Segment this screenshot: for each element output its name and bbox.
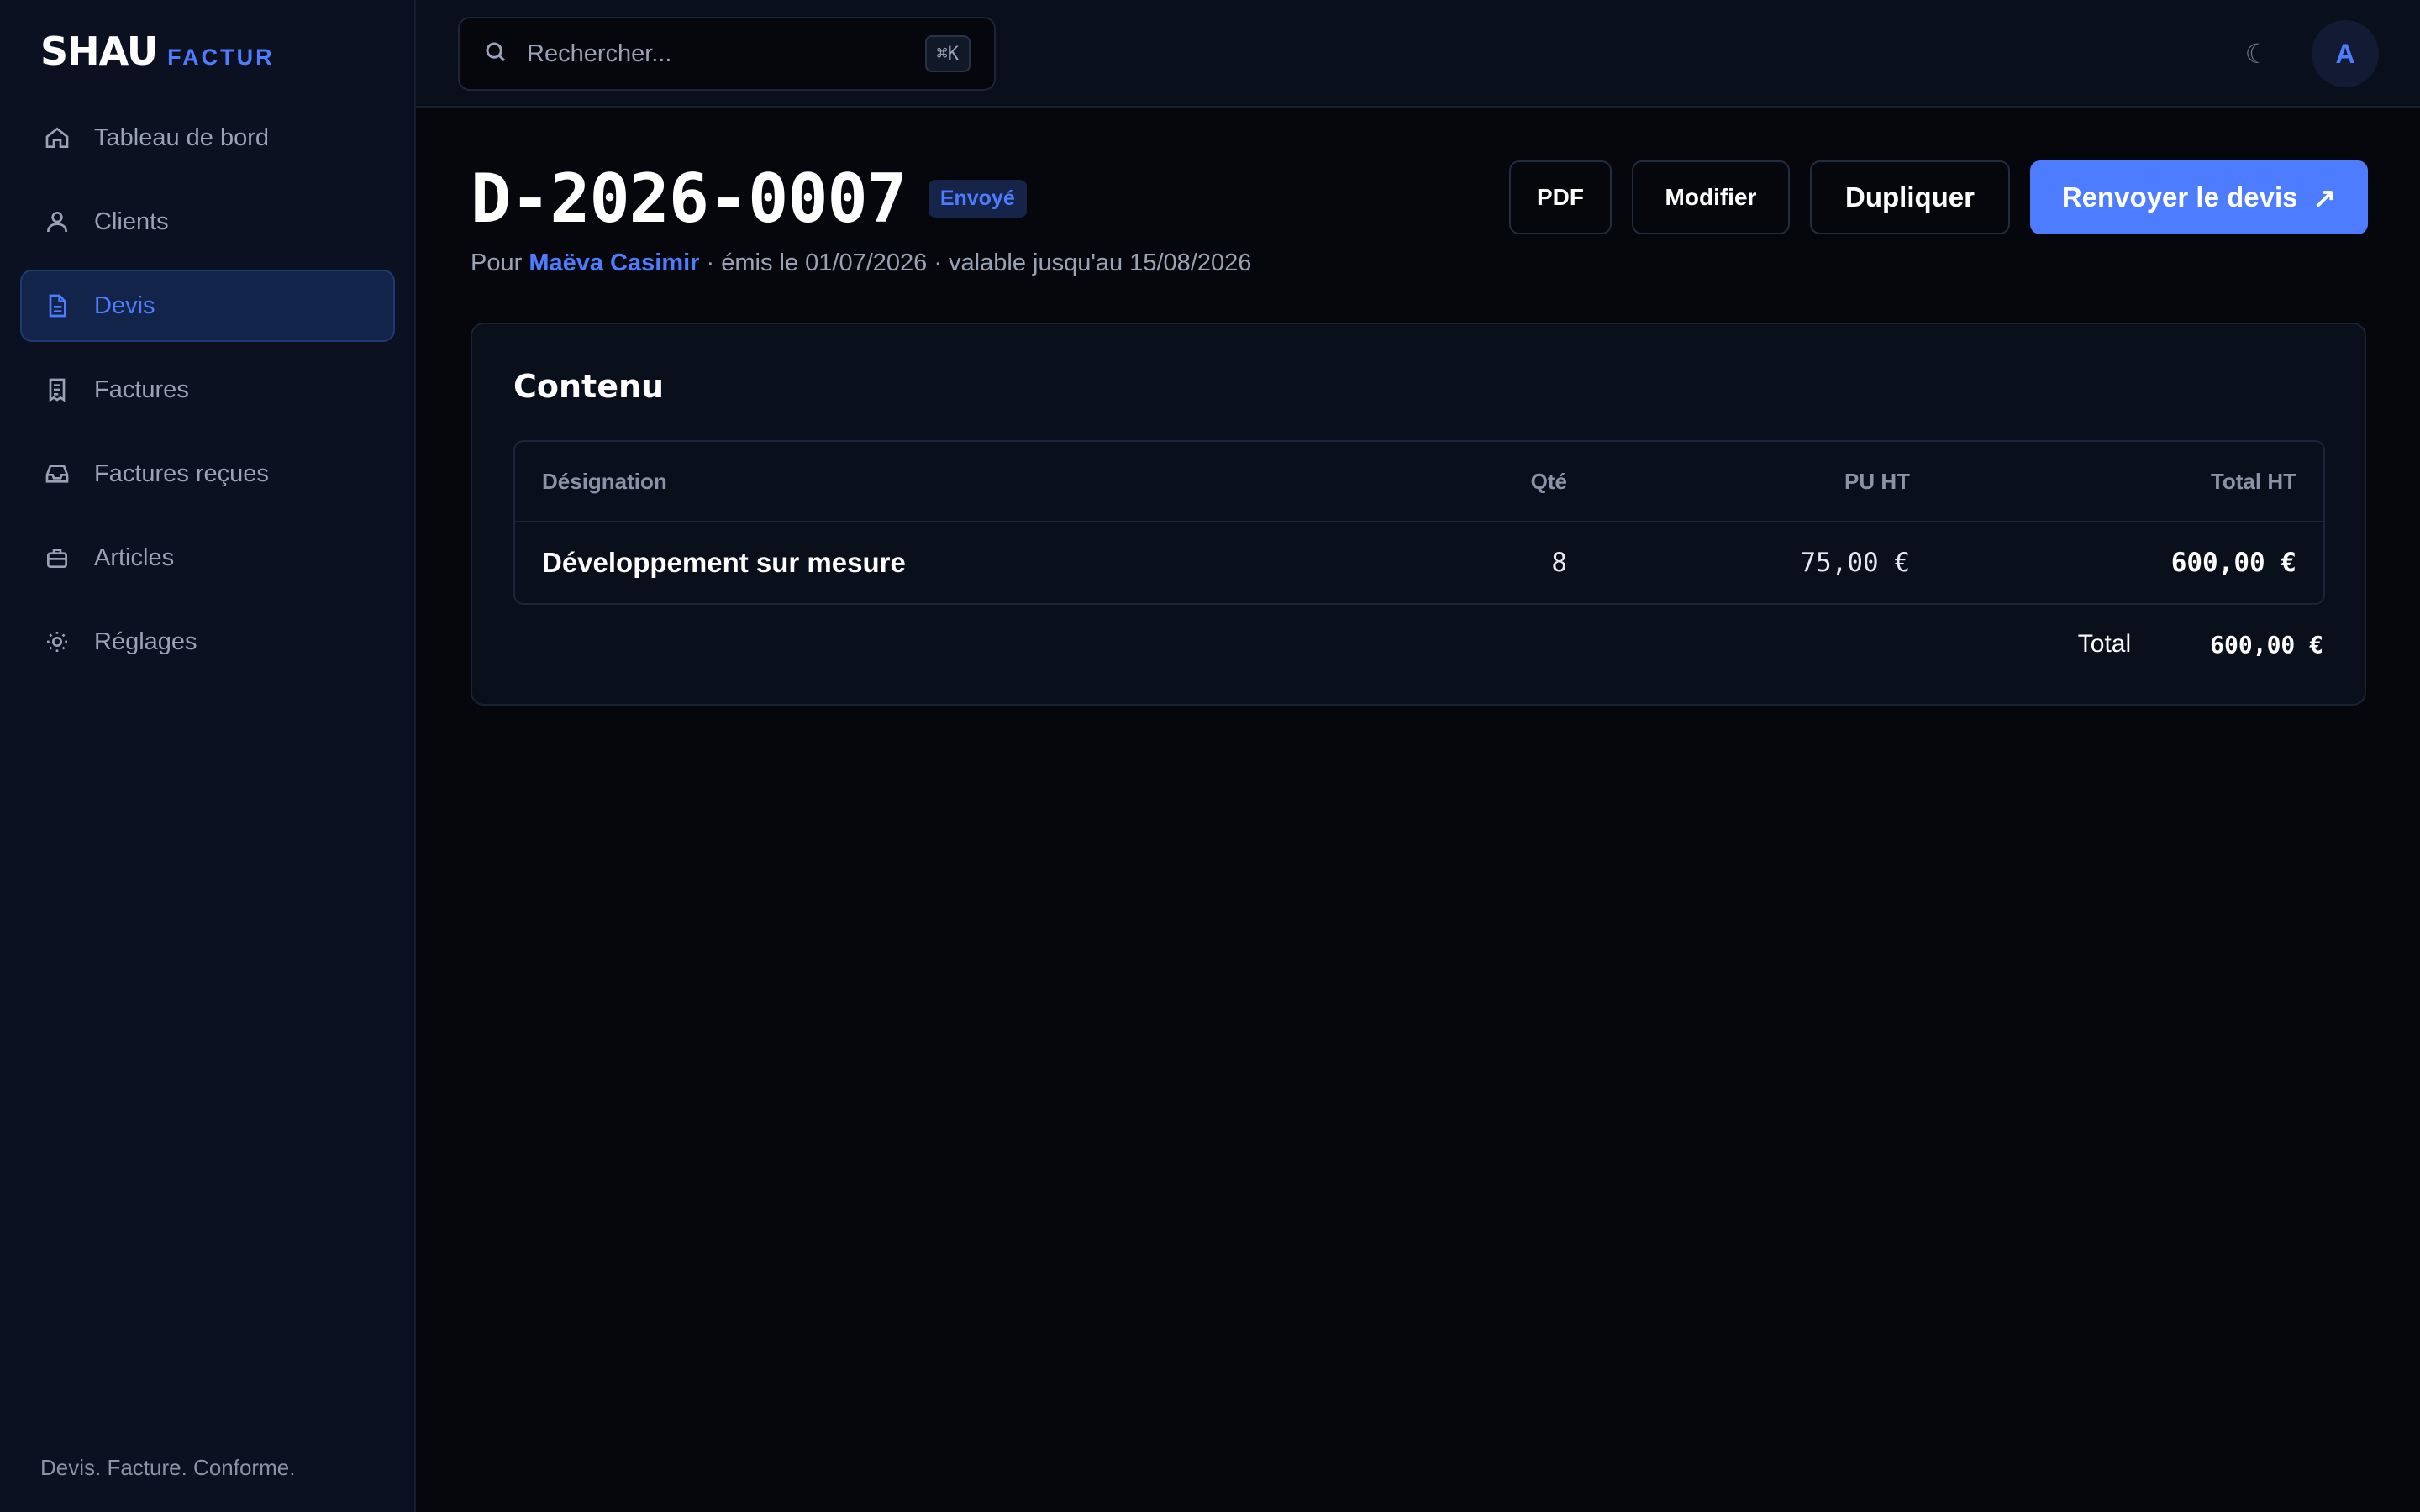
document-icon: [42, 291, 72, 321]
app-root: SHAU FACTUR Tableau de bord Clients Devi…: [0, 0, 2420, 1512]
home-icon: [42, 123, 72, 153]
action-toolbar: PDF Modifier Dupliquer Renvoyer le devis…: [1509, 160, 2368, 234]
sidebar-tagline: Devis. Facture. Conforme.: [40, 1455, 296, 1480]
subtitle-dates: · émis le 01/07/2026 · valable jusqu'au …: [699, 249, 1252, 276]
sidebar-item-tableau-de-bord[interactable]: Tableau de bord: [20, 102, 395, 174]
sidebar-item-reglages[interactable]: Réglages: [20, 606, 395, 678]
page-title: D-2026-0007: [471, 160, 908, 238]
cell-unit-price: 75,00 €: [1800, 548, 1910, 578]
table-row: Développement sur mesure 8 75,00 € 600,0…: [515, 522, 2323, 603]
logo-subtitle: FACTUR: [167, 45, 275, 70]
total-label: Total: [2077, 630, 2132, 658]
sidebar-item-label: Articles: [94, 543, 175, 571]
sidebar-item-articles[interactable]: Articles: [20, 522, 395, 594]
sidebar-item-label: Clients: [94, 207, 169, 235]
inbox-icon: [42, 459, 72, 489]
user-icon: [42, 207, 72, 237]
column-header-total: Total HT: [2210, 468, 2296, 494]
column-header-designation: Désignation: [542, 468, 667, 494]
cell-designation: Développement sur mesure: [542, 547, 906, 578]
pdf-button[interactable]: PDF: [1509, 160, 1612, 234]
resend-quote-button[interactable]: Renvoyer le devis ↗: [2030, 160, 2368, 234]
grand-total-row: Total 600,00 €: [2078, 630, 2323, 659]
total-value: 600,00 €: [2210, 630, 2323, 659]
title-row: D-2026-0007 Envoyé: [471, 160, 1251, 238]
line-items-table: Désignation Qté PU HT Total HT Développe…: [513, 440, 2325, 605]
sidebar-item-devis[interactable]: Devis: [20, 270, 395, 342]
search-box[interactable]: ⌘K: [458, 17, 996, 91]
search-icon: [483, 39, 508, 69]
sidebar-item-label: Devis: [94, 291, 155, 319]
search-input[interactable]: [525, 39, 925, 69]
sidebar-item-clients[interactable]: Clients: [20, 186, 395, 258]
arrow-up-right-icon: ↗: [2312, 181, 2337, 213]
table-header-row: Désignation Qté PU HT Total HT: [515, 442, 2323, 522]
card-title: Contenu: [513, 368, 665, 405]
sidebar-item-label: Factures: [94, 375, 189, 403]
briefcase-icon: [42, 543, 72, 573]
client-link[interactable]: Maëva Casimir: [529, 249, 699, 276]
app-logo[interactable]: SHAU FACTUR: [40, 29, 275, 74]
duplicate-button[interactable]: Dupliquer: [1810, 160, 2010, 234]
sidebar-item-label: Réglages: [94, 627, 197, 655]
receipt-icon: [42, 375, 72, 405]
edit-button[interactable]: Modifier: [1632, 160, 1790, 234]
column-header-unit-price: PU HT: [1844, 468, 1910, 494]
cell-qty: 8: [1551, 548, 1567, 578]
moon-icon[interactable]: ☾: [2235, 32, 2279, 76]
sidebar-item-label: Factures reçues: [94, 459, 269, 487]
column-header-qty: Qté: [1530, 468, 1567, 494]
sidebar-nav: Tableau de bord Clients Devis Factures F…: [20, 102, 395, 690]
sidebar-item-label: Tableau de bord: [94, 123, 269, 151]
sidebar: SHAU FACTUR Tableau de bord Clients Devi…: [0, 0, 416, 1512]
search-shortcut-badge: ⌘K: [924, 35, 971, 72]
status-badge: Envoyé: [928, 180, 1027, 218]
logo-name: SHAU: [40, 29, 158, 74]
sidebar-item-factures-recues[interactable]: Factures reçues: [20, 438, 395, 510]
sidebar-item-factures[interactable]: Factures: [20, 354, 395, 426]
subtitle-prefix: Pour: [471, 249, 523, 276]
quote-subtitle: Pour Maëva Casimir · émis le 01/07/2026 …: [471, 249, 1251, 277]
topbar: ⌘K ☾ A: [416, 0, 2420, 108]
resend-quote-label: Renvoyer le devis: [2061, 181, 2298, 213]
cell-total: 600,00 €: [2170, 548, 2296, 578]
avatar[interactable]: A: [2312, 20, 2379, 87]
page-header: D-2026-0007 Envoyé Pour Maëva Casimir · …: [471, 160, 1251, 277]
sun-gear-icon: [42, 627, 72, 657]
content-card: Contenu Désignation Qté PU HT Total HT D…: [471, 323, 2366, 706]
